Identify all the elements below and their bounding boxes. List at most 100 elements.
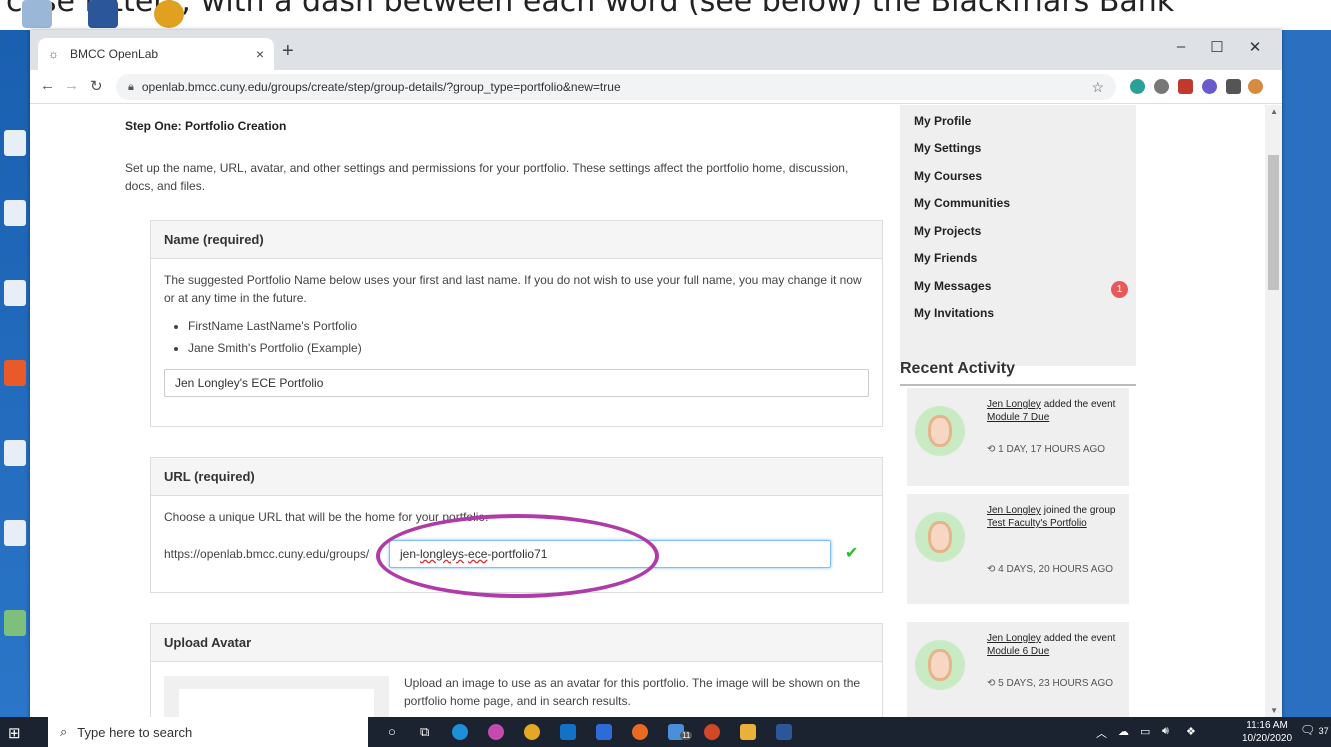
desktop-shortcut[interactable]: [2, 440, 28, 468]
mail-badge: 11: [680, 731, 693, 740]
windows-start-icon[interactable]: ⊞: [8, 724, 21, 742]
activity-time: ⟲ 5 DAYS, 23 HOURS AGO: [987, 678, 1114, 689]
desktop-shortcut[interactable]: [2, 360, 28, 388]
maximize-button[interactable]: ☐: [1202, 38, 1232, 56]
sidebar-item-invitations[interactable]: My Invitations: [914, 306, 994, 320]
avatar-heading: Upload Avatar: [151, 624, 882, 662]
file-explorer-icon[interactable]: [740, 724, 756, 740]
sidebar-item-messages[interactable]: My Messages: [914, 279, 991, 293]
task-view-icon[interactable]: ⧉: [420, 724, 429, 740]
avatar-panel: Upload Avatar Upload an image to use as …: [150, 623, 883, 717]
activity-text: Jen Longley added the event Module 7 Due: [987, 398, 1121, 424]
sidebar-item-profile[interactable]: My Profile: [914, 114, 971, 128]
chrome-icon[interactable]: [524, 724, 540, 740]
sidebar-item-settings[interactable]: My Settings: [914, 141, 981, 155]
word-icon[interactable]: [776, 724, 792, 740]
avatar[interactable]: [915, 512, 965, 562]
browser-tab[interactable]: ☼ BMCC OpenLab ×: [38, 38, 274, 70]
desktop-shortcut[interactable]: [2, 200, 28, 228]
checkmark-icon: ✔: [845, 545, 859, 562]
activity-text: Jen Longley joined the group Test Facult…: [987, 504, 1121, 530]
target-link[interactable]: Module 6 Due: [987, 646, 1049, 657]
extension-icon[interactable]: [1130, 79, 1145, 94]
system-clock[interactable]: 11:16 AM 10/20/2020: [1242, 719, 1292, 745]
url-row: https://openlab.bmcc.cuny.edu/groups/ je…: [164, 514, 869, 598]
forward-arrow-icon[interactable]: →: [64, 77, 79, 94]
shortcut-icon: [4, 360, 26, 386]
extension-icon[interactable]: [1154, 79, 1169, 94]
messages-badge: 1: [1111, 281, 1128, 298]
scroll-thumb[interactable]: [1268, 155, 1279, 290]
avatar-placeholder: [179, 689, 374, 717]
tab-title: BMCC OpenLab: [70, 47, 159, 61]
scroll-up-arrow-icon[interactable]: ▲: [1270, 107, 1278, 116]
target-link[interactable]: Test Faculty's Portfolio: [987, 518, 1087, 529]
name-description: The suggested Portfolio Name below uses …: [164, 273, 862, 305]
activity-action: added the event: [1040, 633, 1116, 644]
activity-item: Jen Longley added the event Module 7 Due…: [907, 388, 1129, 486]
pdf-extension-icon[interactable]: [1178, 79, 1193, 94]
reload-icon[interactable]: ↻: [90, 77, 103, 95]
shortcut-icon: [4, 280, 26, 306]
notification-center-icon[interactable]: 🗨︎ 37: [1300, 723, 1329, 737]
sidebar-item-communities[interactable]: My Communities: [914, 196, 1010, 210]
onedrive-icon[interactable]: ☁: [1118, 725, 1129, 738]
star-icon[interactable]: ☆: [1091, 79, 1104, 96]
profile-avatar[interactable]: [1248, 79, 1263, 94]
chevron-up-icon[interactable]: ︿: [1096, 725, 1107, 741]
taskbar-search[interactable]: ⌕ Type here to search: [48, 717, 368, 747]
outlook-icon[interactable]: [560, 724, 576, 740]
shortcut-icon: [4, 130, 26, 156]
page-viewport: Step One: Portfolio Creation Set up the …: [30, 105, 1282, 717]
minimize-button[interactable]: –: [1166, 38, 1196, 55]
dropbox-tray-icon[interactable]: ❖: [1186, 725, 1196, 738]
my-menu: My Profile My Settings My Courses My Com…: [900, 105, 1136, 366]
itunes-icon[interactable]: [488, 724, 504, 740]
puzzle-icon[interactable]: [1226, 79, 1241, 94]
chrome-icon[interactable]: [154, 0, 184, 28]
user-link[interactable]: Jen Longley: [987, 399, 1041, 410]
shortcut-icon: [4, 610, 26, 636]
user-link[interactable]: Jen Longley: [987, 505, 1041, 516]
avatar[interactable]: [915, 640, 965, 690]
clock-date: 10/20/2020: [1242, 733, 1293, 744]
list-item: Jane Smith's Portfolio (Example): [188, 339, 869, 357]
address-bar[interactable]: 🔒︎ openlab.bmcc.cuny.edu/groups/create/s…: [116, 74, 1116, 100]
sidebar-item-courses[interactable]: My Courses: [914, 169, 982, 183]
close-tab-icon[interactable]: ×: [256, 46, 264, 62]
memoji-face: [928, 521, 952, 553]
powerpoint-icon[interactable]: [704, 724, 720, 740]
browser-toolbar: ← → ↻ 🔒︎ openlab.bmcc.cuny.edu/groups/cr…: [30, 70, 1282, 104]
recycle-bin-icon[interactable]: [22, 0, 52, 28]
memoji-face: [928, 415, 952, 447]
target-link[interactable]: Module 7 Due: [987, 412, 1049, 423]
shortcut-icon: [4, 200, 26, 226]
dropbox-icon[interactable]: [596, 724, 612, 740]
desktop-shortcut[interactable]: [2, 130, 28, 158]
word-icon[interactable]: [88, 0, 118, 28]
sidebar-item-projects[interactable]: My Projects: [914, 224, 981, 238]
firefox-icon[interactable]: [632, 724, 648, 740]
portfolio-name-input[interactable]: Jen Longley's ECE Portfolio: [164, 369, 869, 397]
url-prefix: https://openlab.bmcc.cuny.edu/groups/: [164, 547, 370, 561]
page-scrollbar[interactable]: ▲ ▼: [1265, 105, 1282, 717]
cortana-icon[interactable]: ○: [388, 724, 396, 739]
close-window-button[interactable]: ✕: [1240, 38, 1270, 56]
desktop-shortcut[interactable]: [2, 520, 28, 548]
scroll-down-arrow-icon[interactable]: ▼: [1270, 706, 1278, 715]
page-title: Step One: Portfolio Creation: [125, 119, 287, 133]
desktop-shortcut[interactable]: [2, 280, 28, 308]
time-text: 1 DAY, 17 HOURS AGO: [998, 444, 1106, 455]
back-arrow-icon[interactable]: ←: [40, 77, 55, 94]
name-examples: FirstName LastName's Portfolio Jane Smit…: [188, 317, 869, 357]
desktop-shortcut[interactable]: [2, 610, 28, 638]
edge-icon[interactable]: [452, 724, 468, 740]
url-panel-body: Choose a unique URL that will be the hom…: [151, 496, 882, 598]
user-link[interactable]: Jen Longley: [987, 633, 1041, 644]
new-tab-button[interactable]: +: [282, 40, 294, 63]
sidebar-item-friends[interactable]: My Friends: [914, 251, 977, 265]
avatar[interactable]: [915, 406, 965, 456]
volume-icon[interactable]: 🔊︎: [1162, 725, 1169, 738]
battery-icon[interactable]: ▭: [1140, 725, 1150, 738]
extension-icon[interactable]: [1202, 79, 1217, 94]
